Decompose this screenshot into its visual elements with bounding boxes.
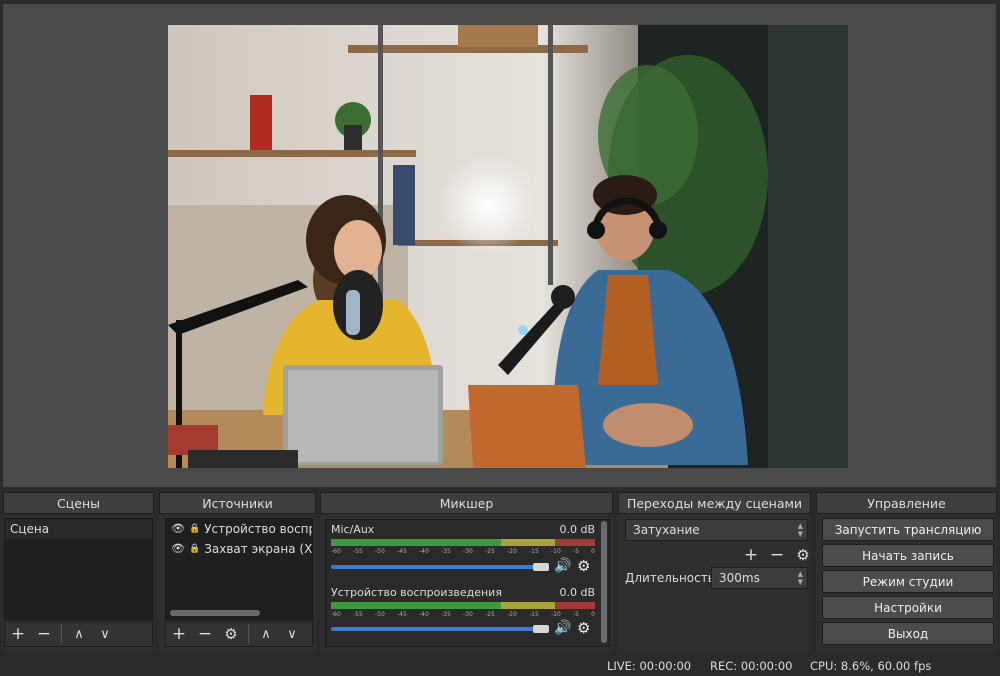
- transition-type-value: Затухание: [633, 523, 700, 537]
- speaker-icon[interactable]: 🔊: [554, 620, 571, 636]
- source-item[interactable]: 👁 🔒 Устройство воспро: [166, 519, 312, 539]
- transition-toolbar: + − ⚙: [740, 543, 814, 567]
- volume-slider[interactable]: [331, 627, 543, 631]
- scenes-panel-title: Сцены: [3, 492, 154, 514]
- sources-horizontal-scrollbar[interactable]: [170, 610, 260, 616]
- duration-spinbox[interactable]: 300ms ▲ ▼: [711, 567, 808, 589]
- meter-scale: -60 -55 -50 -45 -40 -35 -30 -25 -20 -15 -10 -5 0: [331, 548, 595, 555]
- duration-value: 300ms: [719, 571, 760, 585]
- chevron-updown-icon: ▲ ▼: [797, 522, 803, 538]
- preview-video-frame: [168, 25, 848, 468]
- start-recording-button[interactable]: Начать запись: [822, 544, 994, 567]
- eye-icon[interactable]: 👁: [171, 519, 185, 539]
- scene-item[interactable]: Сцена: [5, 519, 152, 539]
- scenes-toolbar: + − ∧ ∨: [4, 621, 153, 647]
- remove-source-button[interactable]: −: [192, 622, 218, 646]
- move-scene-down-button[interactable]: ∨: [92, 622, 118, 646]
- remove-scene-button[interactable]: −: [31, 622, 57, 646]
- channel-gear-icon[interactable]: ⚙: [577, 619, 590, 637]
- mixer-channel-db: 0.0 dB: [559, 523, 595, 536]
- add-transition-button[interactable]: +: [740, 543, 762, 567]
- speaker-icon[interactable]: 🔊: [554, 558, 571, 574]
- live-timer: LIVE: 00:00:00: [607, 659, 692, 673]
- controls-panel-title: Управление: [816, 492, 997, 514]
- mixer-channel-name: Mic/Aux: [331, 523, 375, 536]
- meter-scale: -60 -55 -50 -45 -40 -35 -30 -25 -20 -15 -10 -5 0: [331, 611, 595, 618]
- transition-type-select[interactable]: Затухание ▲ ▼: [625, 519, 808, 541]
- source-item-label: Устройство воспро: [204, 522, 312, 536]
- cpu-fps-status: CPU: 8.6%, 60.00 fps: [810, 659, 932, 673]
- eye-icon[interactable]: 👁: [171, 539, 185, 559]
- move-source-up-button[interactable]: ∧: [253, 622, 279, 646]
- studio-mode-button[interactable]: Режим студии: [822, 570, 994, 593]
- move-scene-up-button[interactable]: ∧: [66, 622, 92, 646]
- source-properties-gear-icon[interactable]: ⚙: [218, 622, 244, 646]
- source-item[interactable]: 👁 🔒 Захват экрана (XSH: [166, 539, 312, 559]
- sources-toolbar: + − ⚙ ∧ ∨: [165, 621, 313, 647]
- transition-gear-icon[interactable]: ⚙: [792, 543, 814, 567]
- add-source-button[interactable]: +: [166, 622, 192, 646]
- mixer-channel-db: 0.0 dB: [559, 586, 595, 599]
- volume-slider-handle[interactable]: [533, 625, 549, 633]
- settings-button[interactable]: Настройки: [822, 596, 994, 619]
- sources-list[interactable]: 👁 🔒 Устройство воспро 👁 🔒 Захват экрана …: [165, 518, 313, 620]
- scenes-list[interactable]: Сцена: [4, 518, 153, 620]
- transitions-panel-title: Переходы между сценами: [618, 492, 811, 514]
- mixer-panel-title: Микшер: [320, 492, 613, 514]
- start-streaming-button[interactable]: Запустить трансляцию: [822, 518, 994, 541]
- lock-icon[interactable]: 🔒: [189, 539, 200, 559]
- volume-slider[interactable]: [331, 565, 543, 569]
- rec-timer: REC: 00:00:00: [710, 659, 793, 673]
- volume-slider-handle[interactable]: [533, 563, 549, 571]
- mixer-channel-name: Устройство воспроизведения: [331, 586, 502, 599]
- move-source-down-button[interactable]: ∨: [279, 622, 305, 646]
- lock-icon[interactable]: 🔒: [189, 519, 200, 539]
- source-item-label: Захват экрана (XSH: [204, 542, 312, 556]
- exit-button[interactable]: Выход: [822, 622, 994, 645]
- toolbar-divider: [61, 624, 62, 644]
- add-scene-button[interactable]: +: [5, 622, 31, 646]
- chevron-updown-icon[interactable]: ▲ ▼: [798, 570, 803, 586]
- audio-level-meter: [331, 602, 595, 609]
- toolbar-divider: [248, 624, 249, 644]
- mixer-channels: Mic/Aux 0.0 dB -60 -55 -50 -45 -40 -35 -30 -25-…: [325, 519, 610, 647]
- audio-level-meter: [331, 539, 595, 546]
- podcast-scene-image: [168, 25, 848, 468]
- mixer-vertical-scrollbar[interactable]: [601, 521, 607, 643]
- sources-panel-title: Источники: [159, 492, 316, 514]
- channel-gear-icon[interactable]: ⚙: [577, 557, 590, 575]
- remove-transition-button[interactable]: −: [766, 543, 788, 567]
- duration-label: Длительность: [625, 571, 715, 585]
- preview-area[interactable]: [3, 4, 996, 487]
